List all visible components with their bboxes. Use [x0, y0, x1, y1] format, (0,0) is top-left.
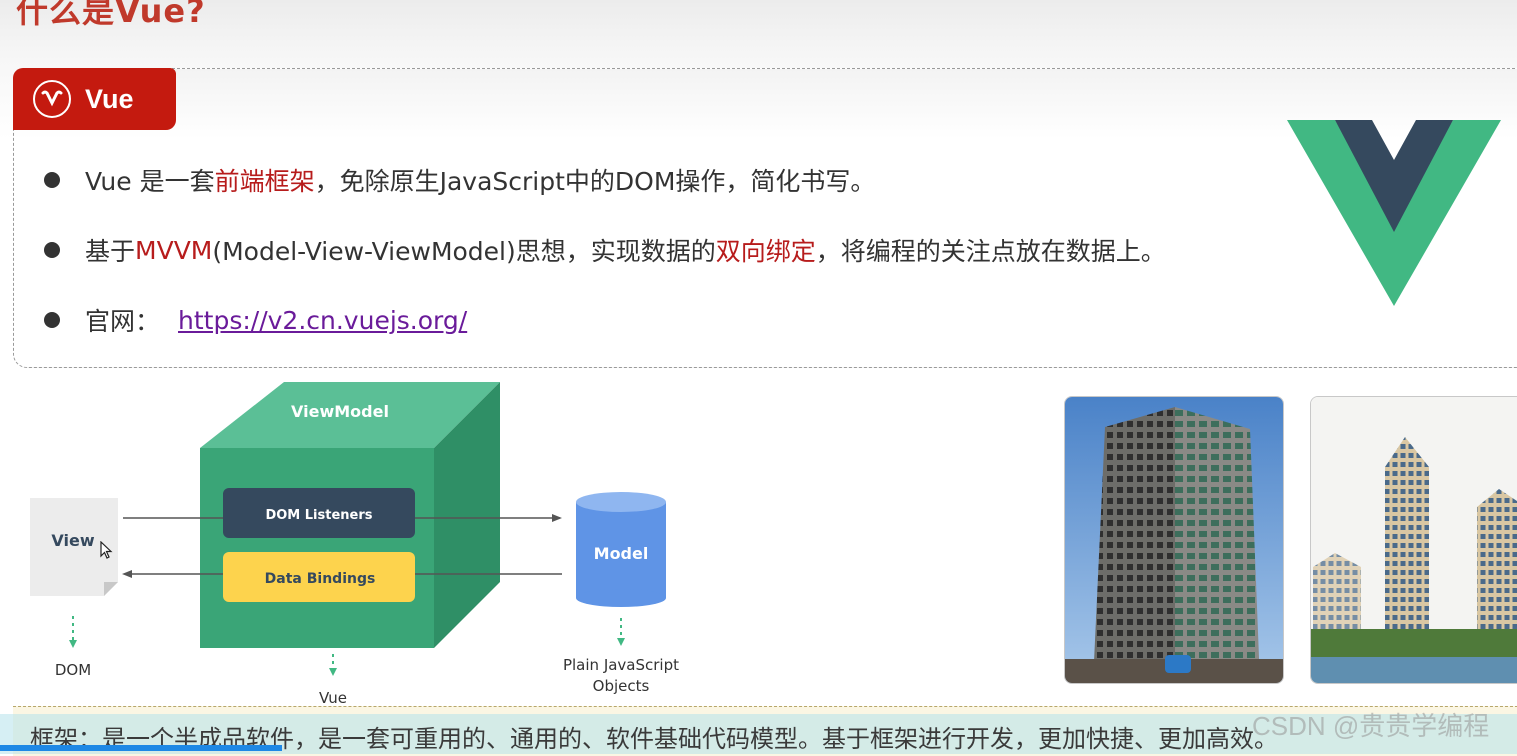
- model-caption-line-1: Plain JavaScript: [563, 656, 679, 674]
- video-progress-bar[interactable]: [0, 745, 282, 751]
- arrow-head-icon: [122, 570, 132, 578]
- bullet-item: 基于 MVVM (Model-View-ViewModel)思想，实现数据的 双向绑定…: [44, 232, 1166, 268]
- bullet-item: 官网： https://v2.cn.vuejs.org/: [44, 302, 467, 338]
- dom-listeners-label: DOM Listeners: [265, 508, 372, 523]
- bullet-text: Vue 是一套: [85, 167, 215, 196]
- highlight-mvvm: MVVM: [135, 235, 213, 265]
- bullet-text: ，免除原生JavaScript中的DOM操作，简化书写。: [314, 167, 876, 196]
- highlight-two-way-binding: 双向绑定: [715, 237, 816, 266]
- csdn-watermark: CSDN @贵贵学编程: [1252, 711, 1490, 741]
- view-label: View: [51, 531, 94, 550]
- vue-caption: Vue: [319, 689, 347, 707]
- bullet-item: Vue 是一套 前端框架 ，免除原生JavaScript中的DOM操作，简化书写。: [44, 162, 875, 198]
- dom-caption: DOM: [55, 661, 91, 679]
- finished-buildings-photo: [1310, 396, 1517, 684]
- bullet-text: ，将编程的关注点放在数据上。: [815, 237, 1166, 266]
- highlight-frontend-framework: 前端框架: [214, 167, 315, 196]
- viewmodel-label: ViewModel: [291, 402, 389, 421]
- bullet-text: 基于: [85, 237, 136, 266]
- bullet-dot-icon: [44, 312, 60, 328]
- bullet-text: (Model-View-ViewModel)思想，实现数据的: [212, 237, 716, 266]
- vue-badge: Vue: [13, 68, 176, 130]
- arrow-head-icon: [69, 640, 77, 648]
- model-caption-line-2: Objects: [593, 677, 650, 695]
- bullet-dot-icon: [44, 242, 60, 258]
- model-label: Model: [594, 544, 649, 563]
- vue-v-icon: [33, 80, 71, 118]
- mouse-cursor-icon: [100, 541, 113, 559]
- arrow-head-icon: [617, 638, 625, 646]
- official-site-link[interactable]: https://v2.cn.vuejs.org/: [178, 306, 467, 335]
- bullet-dot-icon: [44, 172, 60, 188]
- official-site-label: 官网：: [85, 307, 161, 336]
- viewmodel-cube-front: [200, 448, 434, 648]
- building-under-construction-photo: [1064, 396, 1284, 684]
- mvvm-diagram: ViewModel View DOM Listeners Data Bindin…: [30, 382, 679, 707]
- page-title: 什么是Vue?: [16, 0, 206, 30]
- vue-badge-label: Vue: [85, 83, 134, 114]
- arrow-head-icon: [329, 668, 337, 676]
- vue-logo-icon: [1287, 120, 1501, 306]
- data-bindings-label: Data Bindings: [265, 571, 376, 587]
- arrow-head-icon: [552, 514, 562, 522]
